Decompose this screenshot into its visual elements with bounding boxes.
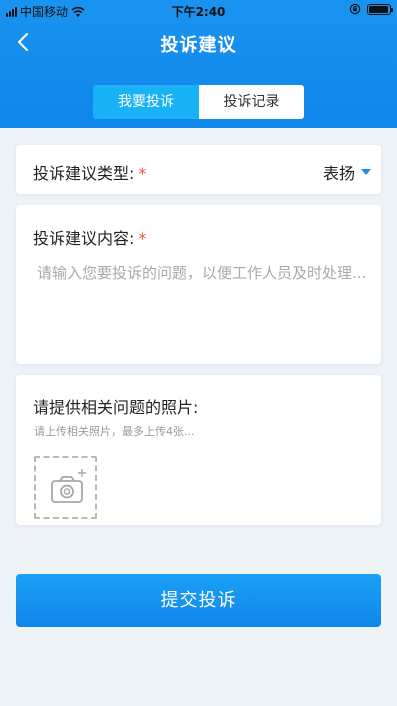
complaint-content-input[interactable]: 请输入您要投诉的问题，以便工作人员及时处理...	[37, 261, 372, 285]
camera-add-icon	[51, 469, 86, 503]
complaint-content-card[interactable]: 投诉建议内容: * 请输入您要投诉的问题，以便工作人员及时处理...	[16, 205, 381, 364]
battery-icon	[367, 3, 393, 15]
required-mark: *	[138, 229, 147, 248]
complaint-type-select[interactable]: 表扬	[323, 160, 371, 184]
page-title: 投诉建议	[160, 35, 237, 56]
header: 中国移动 下午2:40 投诉建议 我要投诉 投诉记录	[0, 0, 397, 128]
photo-hint: 请上传相关照片，最多上传4张...	[34, 425, 195, 438]
tab-complaint-records[interactable]: 投诉记录	[199, 85, 304, 119]
status-right	[349, 3, 393, 15]
orientation-lock-icon	[349, 3, 361, 15]
complaint-type-row[interactable]: 投诉建议类型: * 表扬	[16, 145, 381, 194]
tab-bar: 我要投诉 投诉记录	[93, 85, 304, 119]
complaint-content-label-text: 投诉建议内容:	[33, 229, 135, 248]
tab-complain[interactable]: 我要投诉	[93, 85, 199, 119]
submit-complaint-button[interactable]: 提交投诉	[16, 574, 381, 627]
required-mark: *	[138, 164, 147, 183]
status-bar: 中国移动 下午2:40	[0, 0, 397, 20]
complaint-content-label: 投诉建议内容: *	[33, 225, 146, 249]
complaint-type-label: 投诉建议类型: *	[33, 160, 146, 184]
complaint-type-value: 表扬	[322, 164, 355, 183]
complaint-type-label-text: 投诉建议类型:	[33, 164, 135, 183]
photo-label: 请提供相关问题的照片:	[33, 398, 199, 417]
photo-upload-button[interactable]	[34, 456, 97, 519]
photo-upload-card: 请提供相关问题的照片: 请上传相关照片，最多上传4张...	[16, 375, 381, 525]
status-time: 下午2:40	[171, 5, 226, 19]
caret-down-icon	[361, 169, 371, 175]
